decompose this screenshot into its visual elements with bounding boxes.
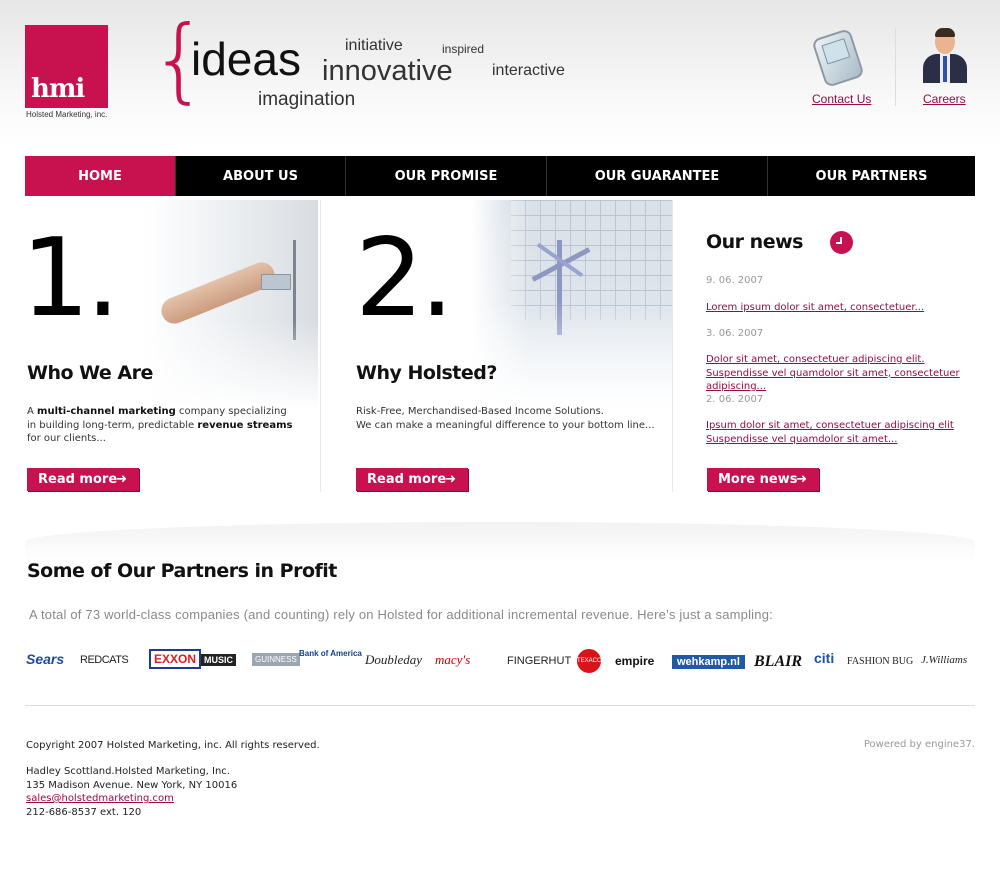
news-date: 9. 06. 2007: [706, 275, 764, 286]
section-text: A multi-channel marketing company specia…: [27, 406, 293, 444]
nav-our-promise[interactable]: OUR PROMISE: [346, 156, 547, 196]
partner-logo-redcats: REDCATS: [80, 654, 129, 666]
partner-logo-fingerhut: FINGERHUT: [507, 655, 572, 667]
card-swipe-photo: [143, 200, 318, 410]
nav-our-partners[interactable]: OUR PARTNERS: [768, 156, 975, 196]
careers-person-icon[interactable]: [922, 28, 968, 83]
contact-us-link[interactable]: Contact Us: [812, 92, 871, 106]
careers-link[interactable]: Careers: [923, 92, 966, 106]
partner-logo-macys: macy's: [435, 652, 471, 667]
powered-by-text: Powered by engine37.: [863, 739, 975, 750]
who-we-are-section: 1. Who We Are A multi-channel marketing …: [21, 200, 318, 492]
nav-our-guarantee[interactable]: OUR GUARANTEE: [547, 156, 768, 196]
tagline-innovative: innovative: [322, 55, 453, 87]
read-more-button[interactable]: Read more ➜: [356, 468, 468, 491]
main-nav: HOME ABOUT US OUR PROMISE OUR GUARANTEE …: [25, 156, 975, 196]
section-text: Risk-Free, Merchandised-Based Income Sol…: [356, 406, 655, 431]
news-date: 2. 06. 2007: [706, 394, 764, 405]
phone-number: 212-686-8537 ext. 120: [26, 806, 142, 818]
partner-logos: Sears REDCATS EXXON MUSIC GUINNESS Bank …: [25, 646, 975, 680]
partner-logo-sears: Sears: [26, 651, 65, 667]
section-title: Who We Are: [27, 362, 153, 384]
arrow-right-icon: ➜: [116, 472, 127, 487]
partner-logo-blair: BLAIR: [754, 653, 803, 670]
footer-divider: [25, 705, 975, 706]
logo-text: hmi: [31, 74, 85, 104]
partners-title: Some of Our Partners in Profit: [27, 560, 337, 582]
why-holsted-section: 2. Why Holsted? Risk-Free, Merchandised-…: [320, 200, 673, 492]
partner-logo-doubleday: Doubleday: [365, 652, 423, 667]
partner-logo-empire: empire: [615, 654, 655, 668]
nav-home[interactable]: HOME: [25, 156, 176, 196]
partner-logo-texaco: TEXACO: [577, 649, 601, 673]
tagline-ideas: ideas: [191, 33, 301, 85]
section-number: 1.: [21, 216, 120, 341]
tagline-initiative: initiative: [345, 37, 403, 54]
header-divider: [895, 28, 896, 106]
partner-logo-bank-of-america: Bank of America: [299, 649, 362, 658]
partner-logo-fashion-bug: FASHION BUG: [847, 656, 914, 667]
news-title: Our news: [706, 231, 803, 253]
news-link[interactable]: Dolor sit amet, consectetuer adipiscing …: [706, 353, 978, 394]
tagline-interactive: interactive: [492, 62, 565, 79]
news-date: 3. 06. 2007: [706, 328, 764, 339]
arrow-right-icon: ➜: [796, 472, 807, 487]
partner-logo-citi: citi: [814, 650, 835, 666]
clock-icon: [830, 231, 853, 254]
section-shadow: [25, 522, 975, 562]
signpost-photo: [471, 200, 672, 410]
logo-subtitle: Holsted Marketing, inc.: [26, 110, 108, 119]
section-title: Why Holsted?: [356, 362, 497, 384]
news-link[interactable]: Ipsum dolor sit amet, consectetuer adipi…: [706, 419, 978, 446]
partner-logo-wehkamp: wehkamp.nl: [672, 655, 745, 669]
email-link[interactable]: sales@holstedmarketing.com: [26, 793, 174, 804]
address-street: 135 Madison Avenue. New York, NY 10016: [26, 779, 238, 791]
read-more-button[interactable]: Read more ➜: [27, 468, 139, 491]
partner-logo-music: MUSIC: [201, 654, 236, 666]
tagline-inspired: inspired: [442, 42, 485, 56]
arrow-right-icon: ➜: [445, 472, 456, 487]
partner-logo-exxon: EXXON: [149, 649, 202, 669]
more-news-button[interactable]: More news ➜: [707, 468, 819, 491]
address-name: Hadley Scottland.Holsted Marketing, Inc.: [26, 766, 230, 777]
footer-address: Hadley Scottland.Holsted Marketing, Inc.…: [26, 765, 237, 819]
partners-subtitle: A total of 73 world-class companies (and…: [29, 607, 773, 622]
hmi-logo[interactable]: hmi: [25, 25, 108, 108]
partner-logo-guinness: GUINNESS: [252, 653, 300, 666]
section-number: 2.: [355, 216, 454, 341]
copyright-text: Copyright 2007 Holsted Marketing, inc. A…: [26, 740, 320, 751]
partner-logo-j-williams: J.Williams: [921, 654, 968, 666]
tagline-imagination: imagination: [258, 89, 356, 110]
nav-about-us[interactable]: ABOUT US: [176, 156, 346, 196]
news-link[interactable]: Lorem ipsum dolor sit amet, consectetuer…: [706, 301, 978, 315]
